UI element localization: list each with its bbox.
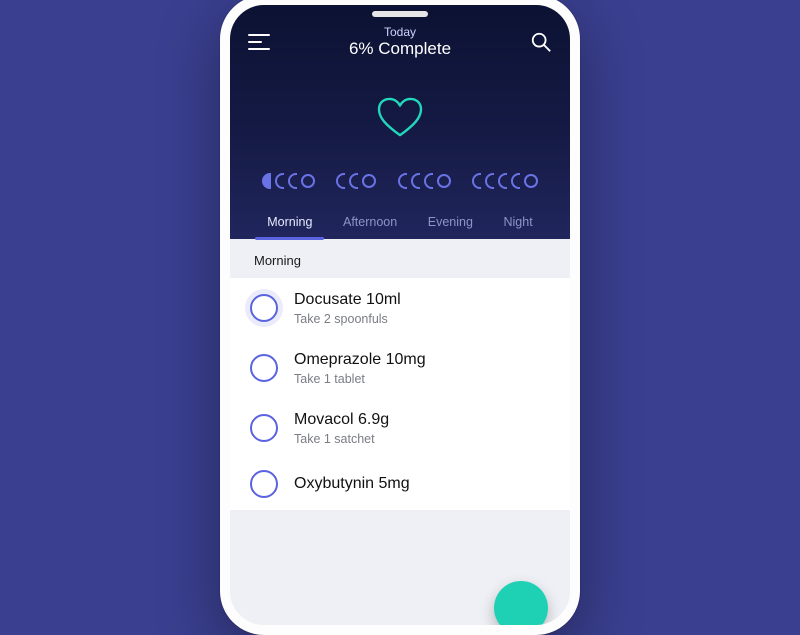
medication-name: Oxybutynin 5mg (294, 474, 410, 494)
medication-name: Movacol 6.9g (294, 410, 389, 430)
progress-heart (248, 59, 552, 173)
tab-evening[interactable]: Evening (422, 207, 479, 239)
progress-pill (411, 173, 420, 189)
medication-instruction: Take 1 satchet (294, 432, 389, 446)
progress-circle (362, 174, 376, 188)
progress-pill (288, 173, 297, 189)
checkbox[interactable] (250, 414, 278, 442)
progress-group (398, 173, 451, 189)
phone-frame: Today 6% Complete MorningAfternoonEven (220, 0, 580, 635)
header-title: 6% Complete (349, 39, 451, 59)
progress-pill (424, 173, 433, 189)
progress-pill (485, 173, 494, 189)
progress-pill (262, 173, 271, 189)
heart-icon (377, 97, 423, 139)
tab-morning[interactable]: Morning (261, 207, 318, 239)
progress-group (262, 173, 315, 189)
tab-afternoon[interactable]: Afternoon (337, 207, 403, 239)
progress-circle (437, 174, 451, 188)
list-item[interactable]: Movacol 6.9g Take 1 satchet (230, 398, 570, 458)
medication-text: Movacol 6.9g Take 1 satchet (294, 410, 389, 446)
fab-button[interactable] (494, 581, 548, 635)
progress-pill (349, 173, 358, 189)
tab-night[interactable]: Night (497, 207, 538, 239)
section-label: Morning (230, 239, 570, 278)
header-subtitle: Today (349, 25, 451, 39)
progress-circle (301, 174, 315, 188)
progress-circle (524, 174, 538, 188)
medication-name: Omeprazole 10mg (294, 350, 426, 370)
medication-list: Docusate 10ml Take 2 spoonfuls Omeprazole … (230, 278, 570, 510)
screen: Today 6% Complete MorningAfternoonEven (230, 5, 570, 625)
checkbox[interactable] (250, 294, 278, 322)
header-area: Today 6% Complete MorningAfternoonEven (230, 5, 570, 239)
medication-text: Oxybutynin 5mg (294, 474, 410, 494)
medication-text: Omeprazole 10mg Take 1 tablet (294, 350, 426, 386)
list-item[interactable]: Docusate 10ml Take 2 spoonfuls (230, 278, 570, 338)
medication-name: Docusate 10ml (294, 290, 401, 310)
progress-pill (498, 173, 507, 189)
list-item[interactable]: Oxybutynin 5mg (230, 458, 570, 510)
progress-pill (472, 173, 481, 189)
progress-pill (336, 173, 345, 189)
top-bar: Today 6% Complete (248, 25, 552, 59)
menu-icon[interactable] (248, 34, 270, 50)
page-title: Today 6% Complete (349, 25, 451, 60)
medication-instruction: Take 1 tablet (294, 372, 426, 386)
medication-text: Docusate 10ml Take 2 spoonfuls (294, 290, 401, 326)
time-tabs: Morning Afternoon Evening Night (248, 207, 552, 239)
progress-groups (248, 173, 552, 207)
list-item[interactable]: Omeprazole 10mg Take 1 tablet (230, 338, 570, 398)
progress-pill (398, 173, 407, 189)
content-area: Morning Docusate 10ml Take 2 spoonfuls Ome… (230, 239, 570, 625)
progress-group (336, 173, 376, 189)
checkbox[interactable] (250, 470, 278, 498)
progress-pill (511, 173, 520, 189)
search-icon[interactable] (530, 31, 552, 53)
progress-pill (275, 173, 284, 189)
progress-group (472, 173, 538, 189)
medication-instruction: Take 2 spoonfuls (294, 312, 401, 326)
checkbox[interactable] (250, 354, 278, 382)
